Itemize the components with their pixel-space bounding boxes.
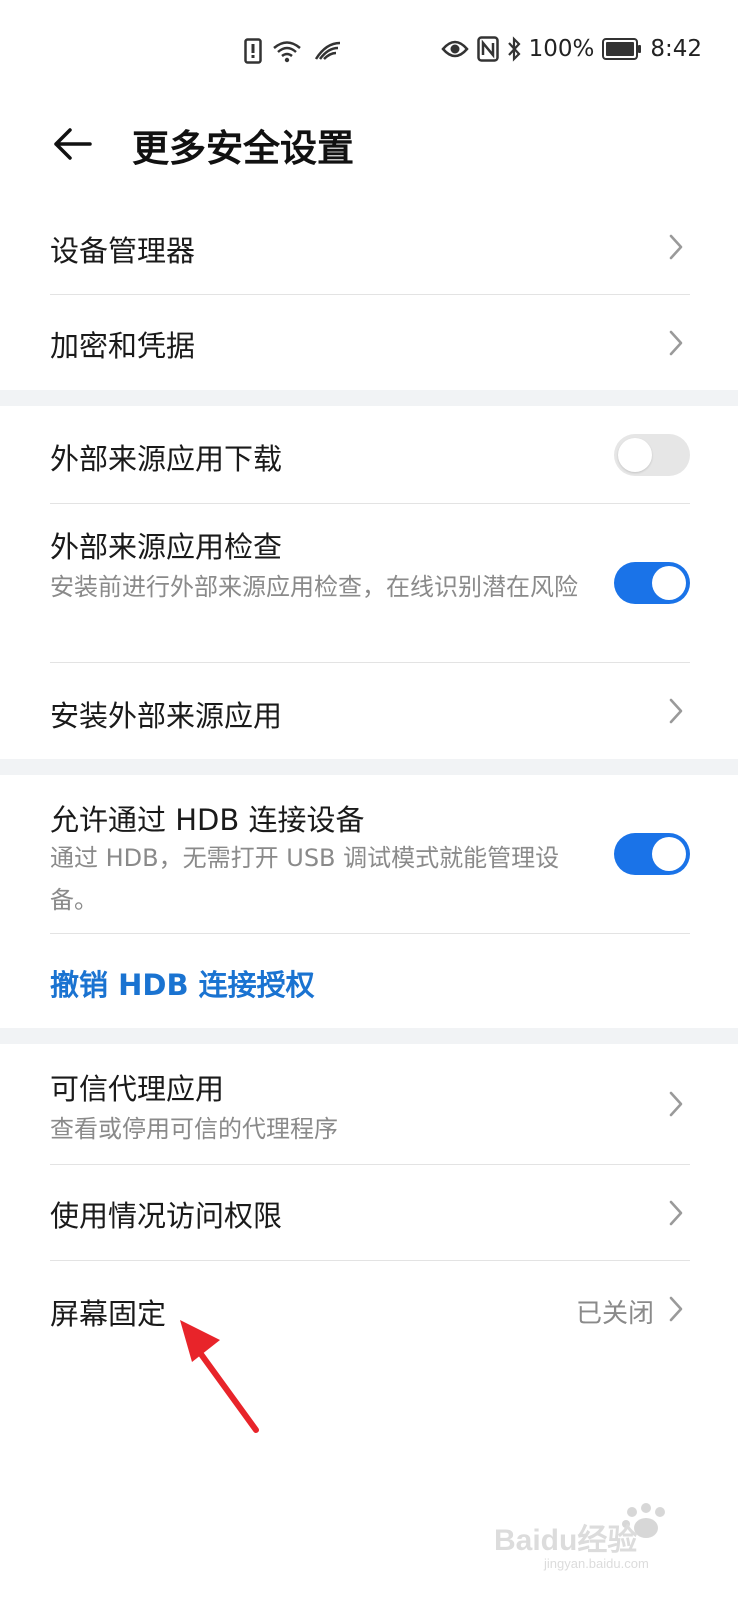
chevron-right-icon [669, 698, 683, 724]
toggle-knob [652, 837, 686, 871]
page-title: 更多安全设置 [132, 127, 354, 170]
trust-agents-item[interactable]: 可信代理应用 查看或停用可信的代理程序 [50, 1044, 690, 1164]
external-download-label: 外部来源应用下载 [50, 442, 283, 476]
hdb-connection-toggle[interactable] [614, 833, 690, 875]
signal-icon [312, 39, 342, 63]
status-bar: 100% 8:42 [0, 0, 738, 110]
encryption-label: 加密和凭据 [50, 329, 196, 363]
bluetooth-icon [507, 36, 521, 62]
battery-percent: 100% [528, 36, 595, 62]
chevron-right-icon [669, 1200, 683, 1226]
watermark-brand: Baidu经验 [494, 1523, 637, 1557]
external-check-description: 安装前进行外部来源应用检查，在线识别潜在风险 [50, 573, 578, 601]
battery-icon [602, 38, 642, 60]
external-download-toggle[interactable] [614, 434, 690, 476]
baidu-watermark: Baidu经验 jingyan.baidu.com [484, 1502, 704, 1576]
chevron-right-icon [669, 1296, 683, 1322]
revoke-hdb-link[interactable]: 撤销 HDB 连接授权 [50, 962, 315, 1004]
external-check-toggle[interactable] [614, 562, 690, 604]
install-external-label: 安装外部来源应用 [50, 699, 283, 733]
chevron-right-icon [669, 1091, 683, 1117]
usage-access-item[interactable]: 使用情况访问权限 [50, 1165, 690, 1260]
eye-comfort-icon [440, 39, 469, 59]
header: 更多安全设置 [0, 112, 738, 182]
back-button[interactable] [50, 122, 100, 172]
chevron-right-icon [669, 234, 683, 260]
chevron-right-icon [669, 330, 683, 356]
revoke-hdb-item[interactable]: 撤销 HDB 连接授权 [50, 934, 690, 1028]
clock: 8:42 [650, 36, 702, 62]
hdb-connection-label: 允许通过 HDB 连接设备 [50, 803, 365, 837]
hdb-connection-description: 通过 HDB，无需打开 USB 调试模式就能管理设备。 [50, 844, 560, 914]
section-gap [0, 1028, 738, 1044]
annotation-arrow [170, 1310, 270, 1444]
arrow-left-icon [54, 128, 92, 160]
device-manager-label: 设备管理器 [50, 234, 196, 268]
hdb-connection-item[interactable]: 允许通过 HDB 连接设备 通过 HDB，无需打开 USB 调试模式就能管理设备… [50, 775, 690, 933]
section-gap [0, 390, 738, 406]
device-manager-item[interactable]: 设备管理器 [50, 200, 690, 294]
install-external-item[interactable]: 安装外部来源应用 [50, 663, 690, 759]
trust-agents-description: 查看或停用可信的代理程序 [50, 1115, 338, 1143]
usage-access-label: 使用情况访问权限 [50, 1199, 283, 1233]
sim-alert-icon [244, 38, 262, 64]
watermark-url: jingyan.baidu.com [543, 1556, 649, 1571]
screen-pinning-item[interactable]: 屏幕固定 已关闭 [50, 1261, 690, 1357]
encryption-item[interactable]: 加密和凭据 [50, 295, 690, 390]
screen-pinning-label: 屏幕固定 [50, 1297, 167, 1331]
external-download-item[interactable]: 外部来源应用下载 [50, 406, 690, 503]
section-gap [0, 759, 738, 775]
trust-agents-label: 可信代理应用 [50, 1072, 225, 1106]
screen-pinning-status: 已关闭 [575, 1299, 654, 1329]
toggle-knob [652, 566, 686, 600]
nfc-icon [476, 36, 499, 62]
toggle-knob [618, 438, 652, 472]
external-check-item[interactable]: 外部来源应用检查 安装前进行外部来源应用检查，在线识别潜在风险 [50, 504, 690, 662]
wifi-icon [272, 39, 302, 63]
external-check-label: 外部来源应用检查 [50, 530, 283, 564]
